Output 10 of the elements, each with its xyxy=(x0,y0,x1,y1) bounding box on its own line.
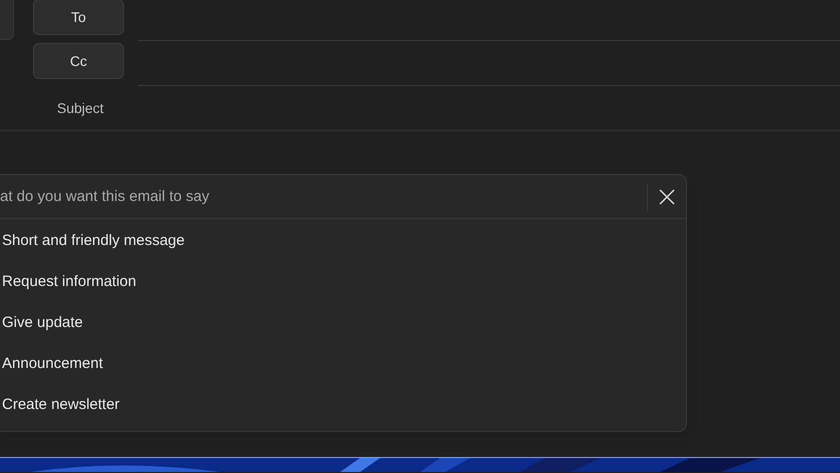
suggestion-item[interactable]: Give update xyxy=(0,303,686,344)
suggestion-item[interactable]: Request information xyxy=(0,262,686,303)
suggestion-item[interactable]: Announcement xyxy=(0,344,686,385)
suggestion-item[interactable]: Short and friendly message xyxy=(0,221,686,262)
prompt-field[interactable]: at do you want this email to say xyxy=(0,175,647,218)
recipient-button[interactable]: To xyxy=(33,0,124,35)
subject-label: Subject xyxy=(57,99,104,118)
recipient-button[interactable]: Cc xyxy=(33,43,124,79)
suggestion-item[interactable]: Create newsletter xyxy=(0,385,686,426)
close-icon xyxy=(659,188,675,204)
